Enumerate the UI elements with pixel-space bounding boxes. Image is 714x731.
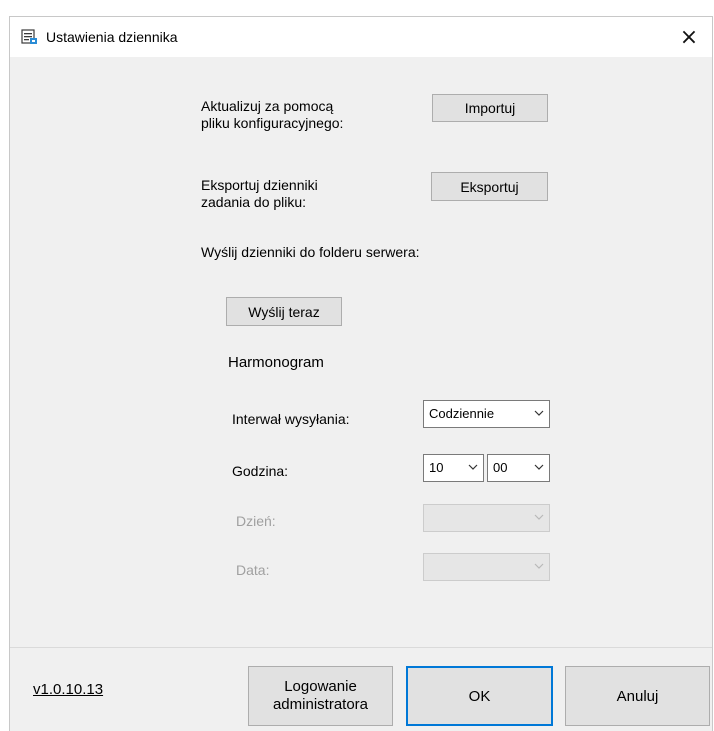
schedule-heading: Harmonogram [228, 354, 324, 371]
admin-login-line1: Logowanie [284, 678, 357, 695]
hour-label: Godzina: [232, 463, 289, 479]
admin-login-line2: administratora [272, 696, 369, 713]
footer-divider [10, 647, 712, 648]
send-to-server-label: Wyślij dzienniki do folderu serwera: [201, 244, 420, 260]
log-settings-icon [21, 29, 37, 44]
close-icon: × [679, 24, 699, 50]
day-label: Dzień: [236, 513, 276, 529]
export-label-line2: zadania do pliku: [201, 194, 307, 210]
export-label: Eksportuj dzienniki zadania do pliku: [201, 177, 318, 211]
log-settings-dialog: Ustawienia dziennika × Aktualizuj za pom… [10, 17, 712, 731]
window-title: Ustawienia dziennika [46, 29, 178, 45]
interval-select[interactable]: Codziennie [423, 400, 550, 428]
chevron-down-icon [534, 563, 544, 569]
day-select[interactable] [423, 504, 550, 532]
title-bar: Ustawienia dziennika × [10, 17, 712, 57]
minute-select[interactable]: 00 [487, 454, 550, 482]
chevron-down-icon [534, 464, 544, 470]
chevron-down-icon [534, 514, 544, 520]
hour-value: 10 [429, 460, 444, 475]
import-label: Aktualizuj za pomocą pliku konfiguracyjn… [201, 98, 343, 132]
admin-login-button[interactable]: Logowanie administratora [248, 666, 393, 726]
import-label-line2: pliku konfiguracyjnego: [201, 115, 344, 131]
export-button[interactable]: Eksportuj [431, 172, 548, 201]
send-now-button[interactable]: Wyślij teraz [226, 297, 342, 326]
cancel-button[interactable]: Anuluj [565, 666, 710, 726]
chevron-down-icon [534, 410, 544, 416]
interval-value: Codziennie [429, 406, 495, 421]
close-button[interactable]: × [666, 17, 712, 57]
minute-value: 00 [493, 460, 508, 475]
ok-button[interactable]: OK [406, 666, 553, 726]
version-link[interactable]: v1.0.10.13 [33, 681, 103, 698]
import-button[interactable]: Importuj [432, 94, 548, 122]
date-label: Data: [236, 562, 270, 578]
export-label-line1: Eksportuj dzienniki [201, 177, 318, 193]
import-label-line1: Aktualizuj za pomocą [201, 98, 334, 114]
chevron-down-icon [468, 464, 478, 470]
date-select[interactable] [423, 553, 550, 581]
hour-select[interactable]: 10 [423, 454, 484, 482]
interval-label: Interwał wysyłania: [232, 411, 350, 427]
